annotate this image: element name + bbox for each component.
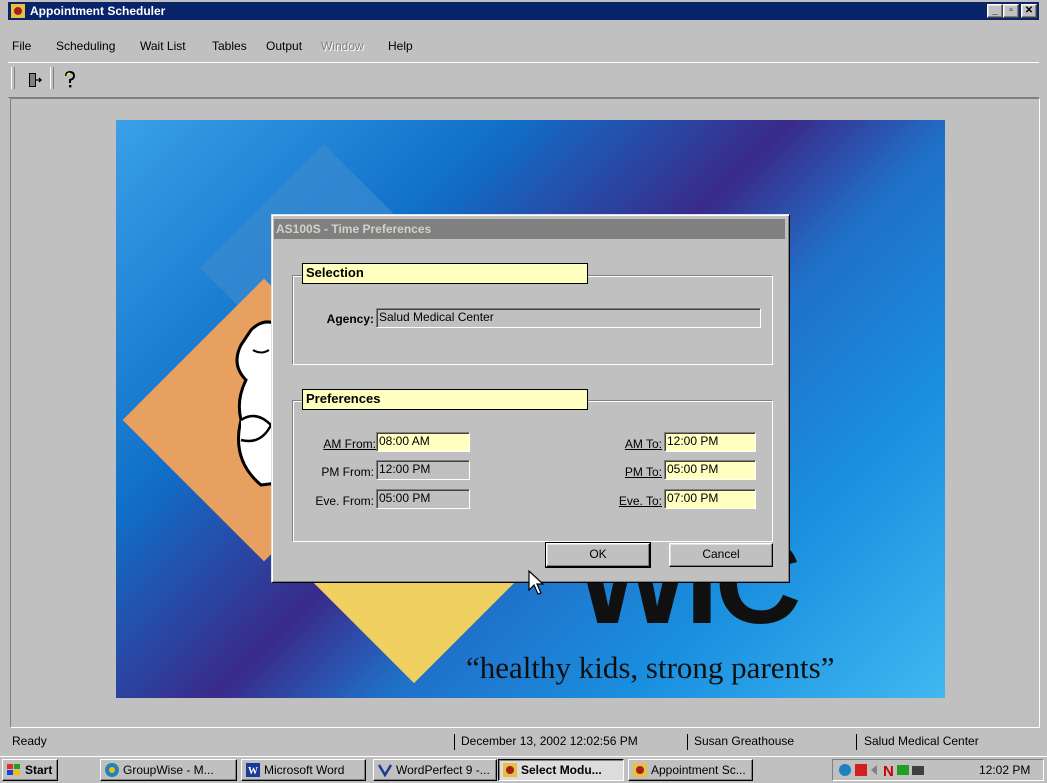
mouse-cursor-icon bbox=[528, 570, 544, 595]
eve-from-label: Eve. From: bbox=[315, 494, 374, 508]
eve-to-input[interactable]: 07:00 PM bbox=[664, 489, 756, 509]
task-microsoft-word[interactable]: W Microsoft Word bbox=[241, 759, 366, 781]
task-label: WordPerfect 9 -... bbox=[396, 763, 490, 777]
am-from-input[interactable]: 08:00 AM bbox=[376, 432, 470, 452]
status-separator bbox=[454, 734, 455, 750]
window-titlebar[interactable]: Appointment Scheduler _ ▫ ✕ bbox=[8, 2, 1039, 20]
toolbar bbox=[8, 62, 1039, 98]
help-icon[interactable] bbox=[58, 69, 82, 91]
menu-scheduling[interactable]: Scheduling bbox=[56, 38, 115, 54]
tray-clock[interactable]: 12:02 PM bbox=[979, 762, 1030, 778]
exit-icon[interactable] bbox=[22, 69, 46, 91]
start-button[interactable]: Start bbox=[2, 759, 58, 781]
app-icon bbox=[11, 4, 25, 18]
status-user: Susan Greathouse bbox=[694, 734, 795, 748]
pm-to-input[interactable]: 05:00 PM bbox=[664, 460, 756, 480]
task-wordperfect[interactable]: WordPerfect 9 -... bbox=[373, 759, 497, 781]
maximize-button[interactable]: ▫ bbox=[1003, 4, 1019, 18]
menu-file[interactable]: File bbox=[12, 38, 31, 54]
svg-text:W: W bbox=[248, 766, 258, 777]
close-button[interactable]: ✕ bbox=[1021, 4, 1037, 18]
groupwise-icon bbox=[105, 763, 119, 777]
menu-help[interactable]: Help bbox=[388, 38, 413, 54]
tray-icons[interactable]: N bbox=[837, 762, 927, 778]
splash-slogan: “healthy kids, strong parents” bbox=[466, 650, 835, 685]
task-groupwise[interactable]: GroupWise - M... bbox=[100, 759, 237, 781]
toolbar-separator bbox=[50, 67, 54, 89]
status-ready: Ready bbox=[12, 734, 47, 748]
task-label: Select Modu... bbox=[521, 763, 602, 777]
am-to-input[interactable]: 12:00 PM bbox=[664, 432, 756, 452]
task-appointment-scheduler[interactable]: Appointment Sc... bbox=[628, 759, 753, 781]
dialog-title[interactable]: AS100S - Time Preferences bbox=[274, 219, 785, 239]
task-label: Microsoft Word bbox=[264, 763, 345, 777]
status-separator bbox=[687, 734, 688, 750]
am-to-label: AM To: bbox=[624, 437, 662, 451]
menu-bar: File Scheduling Wait List Tables Output … bbox=[8, 36, 1039, 58]
menu-tables[interactable]: Tables bbox=[212, 38, 247, 54]
pm-from-label: PM From: bbox=[321, 465, 374, 479]
start-label: Start bbox=[25, 763, 53, 777]
svg-text:N: N bbox=[883, 763, 894, 778]
task-label: Appointment Sc... bbox=[651, 763, 746, 777]
minimize-button[interactable]: _ bbox=[987, 4, 1003, 18]
cancel-button[interactable]: Cancel bbox=[669, 543, 773, 567]
menu-output[interactable]: Output bbox=[266, 38, 302, 54]
menu-wait-list[interactable]: Wait List bbox=[140, 38, 186, 54]
agency-field: Salud Medical Center bbox=[376, 308, 761, 328]
system-tray: N 12:02 PM bbox=[832, 759, 1044, 781]
status-agency: Salud Medical Center bbox=[864, 734, 979, 748]
selection-group-label: Selection bbox=[302, 263, 588, 284]
eve-to-label: Eve. To: bbox=[618, 494, 662, 508]
toolbar-grip[interactable] bbox=[11, 67, 15, 89]
agency-label: Agency: bbox=[326, 312, 374, 326]
status-bar: Ready December 13, 2002 12:02:56 PM Susa… bbox=[8, 732, 1039, 752]
eve-from-field: 05:00 PM bbox=[376, 489, 470, 509]
menu-window: Window bbox=[321, 39, 364, 53]
scheduler-icon bbox=[503, 763, 517, 777]
wordperfect-icon bbox=[377, 764, 393, 778]
time-preferences-dialog: AS100S - Time Preferences Selection Agen… bbox=[271, 214, 790, 583]
scheduler-icon bbox=[633, 763, 647, 777]
status-separator bbox=[856, 734, 857, 750]
pm-from-field: 12:00 PM bbox=[376, 460, 470, 480]
word-icon: W bbox=[246, 763, 260, 777]
pm-to-label: PM To: bbox=[624, 465, 662, 479]
ok-button[interactable]: OK bbox=[545, 542, 651, 568]
preferences-group-label: Preferences bbox=[302, 389, 588, 410]
windows-taskbar: Start GroupWise - M... W Microsoft Word … bbox=[0, 756, 1047, 783]
windows-logo-icon bbox=[7, 764, 20, 775]
task-select-module[interactable]: Select Modu... bbox=[498, 759, 624, 781]
task-label: GroupWise - M... bbox=[123, 763, 214, 777]
status-datetime: December 13, 2002 12:02:56 PM bbox=[461, 734, 638, 748]
am-from-label: AM From: bbox=[323, 437, 376, 451]
window-title: Appointment Scheduler bbox=[30, 4, 166, 18]
